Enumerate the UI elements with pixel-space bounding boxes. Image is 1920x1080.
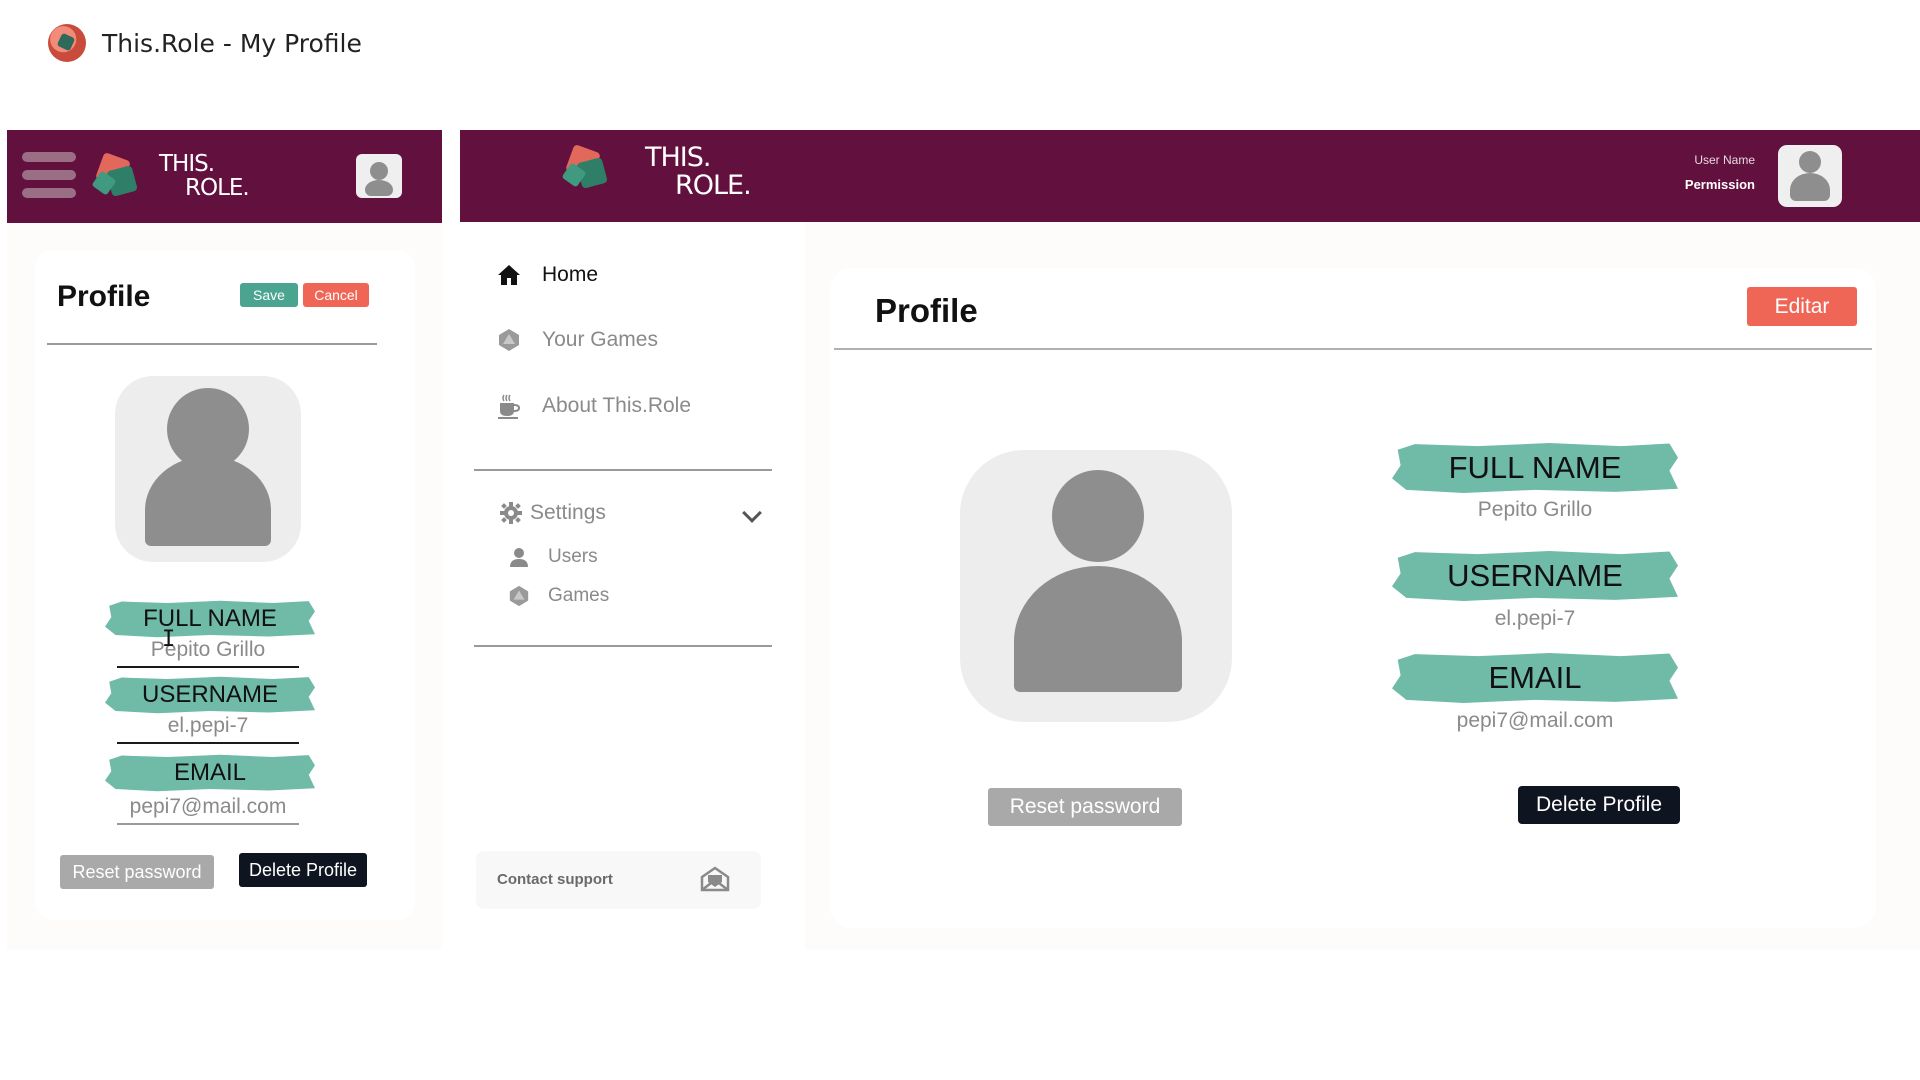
cancel-button[interactable]: Cancel — [303, 283, 369, 307]
brand-line-2: ROLE. — [185, 175, 250, 202]
email-label: EMAIL — [1392, 653, 1678, 703]
divider — [474, 469, 772, 471]
page-title: Profile — [57, 280, 151, 313]
brand-logo[interactable]: THIS. ROLE. — [561, 142, 752, 202]
sidebar-item-users[interactable]: Users — [508, 546, 598, 568]
d20-dice-icon — [496, 327, 522, 353]
contact-support-button[interactable]: Contact support — [476, 851, 761, 909]
chevron-down-icon[interactable] — [742, 503, 762, 523]
full-name-value: Pepito Grillo — [1477, 498, 1593, 521]
brand-wordmark: THIS. ROLE. — [645, 142, 752, 202]
username-label: USERNAME — [105, 676, 315, 714]
email-input[interactable]: pepi7@mail.com — [117, 795, 299, 825]
desktop-header: THIS. ROLE. User Name Permission — [460, 130, 1920, 222]
divider — [474, 645, 772, 647]
contact-support-label: Contact support — [497, 871, 613, 888]
profile-avatar[interactable] — [960, 450, 1232, 722]
email-label: EMAIL — [105, 754, 315, 792]
app-logo-icon — [48, 24, 86, 62]
delete-profile-button[interactable]: Delete Profile — [239, 853, 367, 887]
sidebar: Home Your Games About This.Role Settings — [460, 222, 805, 950]
brand-line-2: ROLE. — [675, 170, 752, 202]
dice-logo-icon — [91, 152, 139, 198]
reset-password-button[interactable]: Reset password — [988, 788, 1182, 826]
sidebar-item-games[interactable]: Games — [508, 585, 609, 607]
brand-logo[interactable]: THIS. ROLE. — [91, 151, 250, 202]
divider — [47, 343, 377, 345]
window-title: This.Role - My Profile — [102, 28, 362, 58]
sidebar-item-about[interactable]: About This.Role — [496, 393, 691, 419]
username-value: el.pepi-7 — [1494, 607, 1576, 630]
desktop-view: THIS. ROLE. User Name Permission Home Yo… — [460, 130, 1920, 950]
home-icon — [496, 262, 522, 288]
email-value: pepi7@mail.com — [1456, 709, 1614, 732]
sidebar-item-your-games[interactable]: Your Games — [496, 327, 658, 353]
sidebar-item-label: About This.Role — [542, 394, 692, 417]
user-avatar-icon[interactable] — [356, 154, 402, 198]
page-title: Profile — [875, 292, 978, 329]
sidebar-item-label: Users — [548, 546, 598, 567]
dice-logo-icon — [561, 144, 617, 198]
username-label: USERNAME — [1392, 551, 1678, 601]
d20-dice-icon — [508, 585, 530, 607]
full-name-label: FULL NAME — [105, 600, 315, 638]
user-icon — [508, 546, 530, 568]
save-button[interactable]: Save — [240, 283, 298, 307]
username-input[interactable]: el.pepi-7 — [117, 714, 299, 744]
sidebar-item-label: Home — [542, 263, 599, 286]
envelope-icon — [700, 866, 730, 892]
sidebar-settings-label: Settings — [530, 501, 606, 524]
sidebar-item-label: Games — [548, 585, 610, 606]
brand-line-1: THIS. — [645, 142, 711, 173]
mobile-profile-card: Profile Save Cancel FULL NAME Pepito Gri… — [35, 250, 415, 920]
full-name-input[interactable]: Pepito Grillo — [117, 638, 299, 668]
sidebar-settings-toggle[interactable]: Settings — [498, 500, 773, 526]
mobile-view: THIS. ROLE. Profile Save Cancel FULL NAM… — [7, 130, 442, 950]
window-title-bar: This.Role - My Profile — [48, 24, 362, 62]
gear-icon — [498, 500, 524, 526]
hamburger-menu-icon[interactable] — [22, 152, 76, 198]
sidebar-item-home[interactable]: Home — [496, 262, 598, 288]
text-cursor-icon: I — [162, 627, 176, 652]
profile-avatar[interactable] — [115, 376, 301, 562]
divider — [834, 348, 1872, 350]
desktop-profile-card: Profile Editar FULL NAME Pepito Grillo U… — [830, 268, 1876, 928]
user-permission-label: Permission — [1684, 177, 1755, 192]
full-name-label: FULL NAME — [1392, 443, 1678, 493]
user-name-label: User Name — [1694, 153, 1755, 167]
delete-profile-button[interactable]: Delete Profile — [1518, 786, 1680, 824]
edit-button[interactable]: Editar — [1747, 287, 1857, 326]
brand-wordmark: THIS. ROLE. — [159, 151, 250, 202]
user-avatar-icon[interactable] — [1778, 145, 1842, 207]
reset-password-button[interactable]: Reset password — [60, 855, 214, 889]
brand-line-1: THIS. — [159, 151, 215, 177]
sidebar-item-label: Your Games — [542, 328, 658, 351]
mobile-header: THIS. ROLE. — [7, 130, 442, 223]
coffee-cup-icon — [496, 393, 522, 419]
